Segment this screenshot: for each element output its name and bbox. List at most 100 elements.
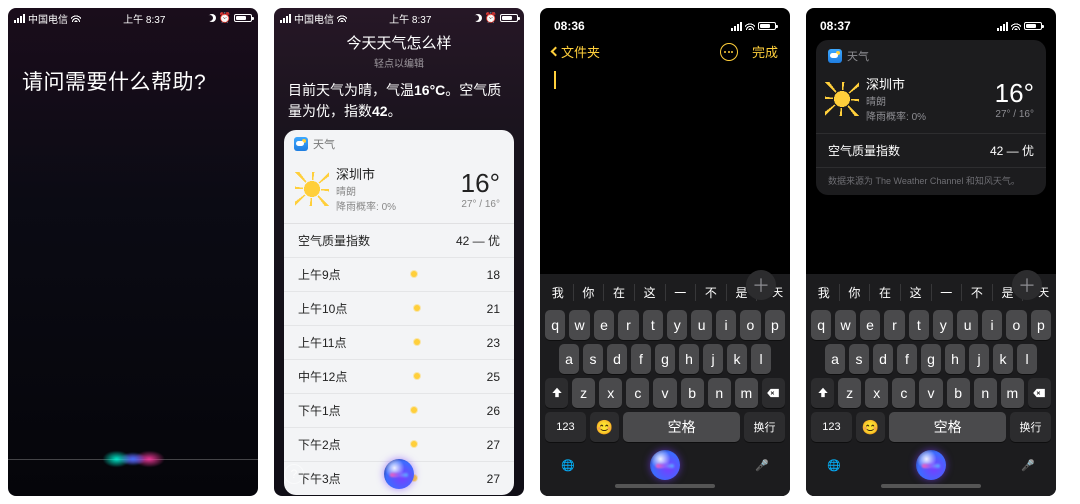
emoji-key[interactable]: 😊 [856,412,885,442]
siri-query[interactable]: 今天天气怎么样 [274,32,524,53]
globe-icon[interactable]: 🌐 [827,459,841,472]
delete-key[interactable] [762,378,785,408]
key-y[interactable]: y [933,310,953,340]
key-i[interactable]: i [982,310,1002,340]
suggestion[interactable]: 不 [696,284,727,301]
key-x[interactable]: x [599,378,622,408]
return-key[interactable]: 换行 [744,412,785,442]
key-e[interactable]: e [860,310,880,340]
key-q[interactable]: q [545,310,565,340]
globe-icon[interactable]: 🌐 [561,459,575,472]
key-m[interactable]: m [1001,378,1024,408]
key-o[interactable]: o [740,310,760,340]
key-c[interactable]: c [892,378,915,408]
suggestion[interactable]: 在 [604,284,635,301]
key-v[interactable]: v [919,378,942,408]
key-v[interactable]: v [653,378,676,408]
key-l[interactable]: l [751,344,771,374]
key-r[interactable]: r [884,310,904,340]
done-button[interactable]: 完成 [752,42,778,61]
shift-key[interactable] [811,378,834,408]
key-d[interactable]: d [873,344,893,374]
key-q[interactable]: q [811,310,831,340]
key-b[interactable]: b [681,378,704,408]
space-key[interactable]: 空格 [889,412,1006,442]
emoji-key[interactable]: 😊 [590,412,619,442]
key-p[interactable]: p [765,310,785,340]
key-j[interactable]: j [969,344,989,374]
key-k[interactable]: k [727,344,747,374]
alarm-icon: ⏰ [485,13,497,24]
siri-waveform-area[interactable] [8,436,258,496]
suggestion[interactable]: 我 [809,284,840,301]
suggestion[interactable]: 我 [543,284,574,301]
key-h[interactable]: h [679,344,699,374]
siri-orb-icon[interactable] [650,450,680,480]
suggestion[interactable]: 一 [666,284,697,301]
suggestion[interactable]: 这 [901,284,932,301]
key-z[interactable]: z [838,378,861,408]
key-p[interactable]: p [1031,310,1051,340]
siri-orb-icon[interactable] [384,459,414,489]
siri-help-button[interactable]: ? [284,464,304,484]
key-y[interactable]: y [667,310,687,340]
space-key[interactable]: 空格 [623,412,740,442]
signal-icon [997,22,1008,31]
key-k[interactable]: k [993,344,1013,374]
numbers-key[interactable]: 123 [811,412,852,442]
key-f[interactable]: f [631,344,651,374]
key-c[interactable]: c [626,378,649,408]
suggestion[interactable]: 你 [574,284,605,301]
key-i[interactable]: i [716,310,736,340]
key-f[interactable]: f [897,344,917,374]
status-bar: 08:37 [806,8,1056,38]
suggestion[interactable]: 不 [962,284,993,301]
key-j[interactable]: j [703,344,723,374]
numbers-key[interactable]: 123 [545,412,586,442]
siri-orb-icon[interactable] [916,450,946,480]
add-button[interactable]: ＋ [746,270,776,300]
key-s[interactable]: s [583,344,603,374]
key-w[interactable]: w [569,310,589,340]
suggestion[interactable]: 一 [932,284,963,301]
key-r[interactable]: r [618,310,638,340]
key-n[interactable]: n [974,378,997,408]
key-s[interactable]: s [849,344,869,374]
key-d[interactable]: d [607,344,627,374]
add-button[interactable]: ＋ [1012,270,1042,300]
key-e[interactable]: e [594,310,614,340]
back-button[interactable]: 文件夹 [552,42,600,61]
key-t[interactable]: t [643,310,663,340]
return-key[interactable]: 换行 [1010,412,1051,442]
mic-icon[interactable]: 🎤 [755,459,769,472]
key-g[interactable]: g [655,344,675,374]
shift-key[interactable] [545,378,568,408]
key-g[interactable]: g [921,344,941,374]
key-l[interactable]: l [1017,344,1037,374]
suggestion[interactable]: 你 [840,284,871,301]
key-o[interactable]: o [1006,310,1026,340]
key-a[interactable]: a [825,344,845,374]
key-x[interactable]: x [865,378,888,408]
key-b[interactable]: b [947,378,970,408]
note-editor[interactable] [540,65,790,274]
home-indicator[interactable] [881,484,981,488]
key-h[interactable]: h [945,344,965,374]
key-n[interactable]: n [708,378,731,408]
key-z[interactable]: z [572,378,595,408]
mic-icon[interactable]: 🎤 [1021,459,1035,472]
key-a[interactable]: a [559,344,579,374]
delete-key[interactable] [1028,378,1051,408]
suggestion[interactable]: 这 [635,284,666,301]
key-u[interactable]: u [957,310,977,340]
key-w[interactable]: w [835,310,855,340]
key-u[interactable]: u [691,310,711,340]
weather-card[interactable]: 天气 深圳市 晴朗 降雨概率: 0% 16° 27° / 16° 空气质量指数 … [816,40,1046,195]
key-m[interactable]: m [735,378,758,408]
key-t[interactable]: t [909,310,929,340]
home-indicator[interactable] [615,484,715,488]
alarm-icon: ⏰ [219,13,231,24]
more-button[interactable] [720,43,738,61]
suggestion[interactable]: 在 [870,284,901,301]
weather-card[interactable]: 天气 深圳市 晴朗 降雨概率: 0% 16° 27° / 16° 空气质量指数 … [284,130,514,495]
